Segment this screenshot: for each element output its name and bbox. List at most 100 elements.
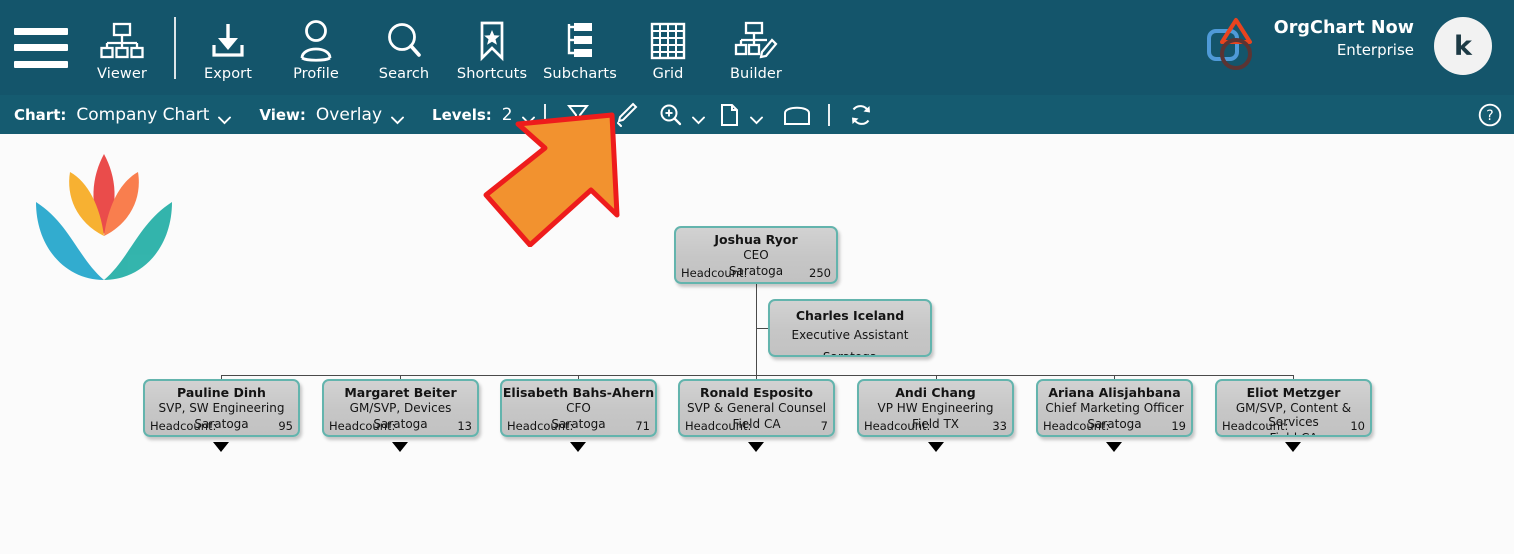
node-headcount-row: Headcount: 10 [1217,419,1370,433]
magnifier-search-icon [385,18,423,64]
nav-item-export[interactable]: Export [184,0,272,95]
help-question-icon[interactable]: ? [1478,103,1502,127]
nav-item-subcharts[interactable]: Subcharts [536,0,624,95]
node-headcount-row: Headcount: 19 [1038,419,1191,433]
headcount-value: 13 [457,419,472,433]
brand-edition: Enterprise [1274,41,1414,59]
chart-selector-value[interactable]: Company Chart [76,105,209,125]
chevron-down-icon[interactable] [218,111,229,118]
node-name: Charles Iceland [770,309,930,323]
node-name: Ronald Esposito [680,386,833,400]
nav-label-grid: Grid [653,66,684,82]
headcount-value: 10 [1350,419,1365,433]
zoom-in-icon[interactable] [653,95,689,134]
toolbar-divider [544,104,546,126]
refresh-sync-icon[interactable] [841,95,881,134]
nav-label-shortcuts: Shortcuts [457,66,527,82]
svg-text:?: ? [1486,108,1493,124]
headcount-label: Headcount: [150,419,216,433]
headcount-label: Headcount: [329,419,395,433]
headcount-value: 95 [278,419,293,433]
nav-label-builder: Builder [730,66,782,82]
brand-text: OrgChart Now Enterprise [1274,12,1414,59]
levels-value[interactable]: 2 [502,105,513,125]
chevron-down-icon[interactable] [391,111,402,118]
chevron-down-icon[interactable] [522,111,533,118]
node-name: Elisabeth Bahs-Ahern [502,386,655,400]
headcount-label: Headcount: [507,419,573,433]
org-node-margaret-beiter[interactable]: Margaret Beiter GM/SVP, Devices Saratoga… [322,379,479,437]
bookmark-star-icon [475,18,509,64]
nav-item-profile[interactable]: Profile [272,0,360,95]
home-shape-icon[interactable] [777,95,817,134]
headcount-value: 71 [635,419,650,433]
org-node-elisabeth-bahs-ahern[interactable]: Elisabeth Bahs-Ahern CFO Saratoga Headco… [500,379,657,437]
org-node-eliot-metzger[interactable]: Eliot Metzger GM/SVP, Content & Services… [1215,379,1372,437]
node-name: Joshua Ryor [676,233,836,247]
toolbar-divider [174,17,176,79]
expand-node-triangle[interactable] [213,442,229,452]
headcount-label: Headcount: [681,266,747,280]
grid-table-icon [648,18,688,64]
toolbar-divider [828,104,830,126]
user-avatar[interactable]: k [1434,17,1492,75]
node-headcount-row: Headcount: 7 [680,419,833,433]
node-title: GM/SVP, Devices [324,402,477,416]
nav-item-shortcuts[interactable]: Shortcuts [448,0,536,95]
nav-item-builder[interactable]: Builder [712,0,800,95]
filter-funnel-icon[interactable] [557,95,599,134]
view-selector-value[interactable]: Overlay [316,105,382,125]
expand-node-triangle[interactable] [392,442,408,452]
expand-node-triangle[interactable] [748,442,764,452]
page-document-icon[interactable] [715,95,745,134]
nav-item-grid[interactable]: Grid [624,0,712,95]
node-headcount-row: Headcount: 13 [324,419,477,433]
brand-name: OrgChart Now [1274,18,1414,38]
org-node-andi-chang[interactable]: Andi Chang VP HW Engineering Field TX He… [857,379,1014,437]
highlighter-pen-icon[interactable] [599,95,653,134]
connector-line [221,375,1294,376]
nav-label-viewer: Viewer [97,66,147,82]
headcount-label: Headcount: [864,419,930,433]
node-name: Eliot Metzger [1217,386,1370,400]
orgchart-app: Viewer Export Profil [0,0,1514,554]
chevron-down-icon[interactable] [750,111,761,118]
chart-toolbar: Chart: Company Chart View: Overlay Level… [0,95,1514,134]
headcount-label: Headcount: [1222,419,1288,433]
org-node-pauline-dinh[interactable]: Pauline Dinh SVP, SW Engineering Saratog… [143,379,300,437]
node-name: Andi Chang [859,386,1012,400]
hamburger-menu-icon[interactable] [14,28,68,68]
headcount-value: 250 [809,266,831,280]
expand-node-triangle[interactable] [1285,442,1301,452]
nav-label-subcharts: Subcharts [543,66,617,82]
subchart-tree-icon [561,18,599,64]
headcount-value: 7 [821,419,828,433]
chart-canvas[interactable]: Joshua Ryor CEO Saratoga Headcount: 250 … [0,134,1514,554]
headcount-value: 33 [992,419,1007,433]
org-node-ronald-esposito[interactable]: Ronald Esposito SVP & General Counsel Fi… [678,379,835,437]
headcount-value: 19 [1171,419,1186,433]
node-headcount-row: Headcount: 33 [859,419,1012,433]
org-node-executive-assistant[interactable]: Charles Iceland Executive Assistant Sara… [768,299,932,357]
view-selector-label: View: [259,106,306,124]
orgchart-now-mark-icon [1204,12,1266,74]
node-headcount-row: Headcount: 71 [502,419,655,433]
org-node-ceo[interactable]: Joshua Ryor CEO Saratoga Headcount: 250 [674,226,838,284]
levels-label: Levels: [432,106,492,124]
connector-line [756,280,757,384]
expand-node-triangle[interactable] [570,442,586,452]
org-chart-viewer-icon [100,18,144,64]
org-node-ariana-alisjahbana[interactable]: Ariana Alisjahbana Chief Marketing Offic… [1036,379,1193,437]
nav-label-export: Export [204,66,252,82]
expand-node-triangle[interactable] [928,442,944,452]
node-headcount-row: Headcount: 250 [676,266,836,280]
nav-label-profile: Profile [293,66,339,82]
expand-node-triangle[interactable] [1106,442,1122,452]
chart-builder-pencil-icon [734,18,778,64]
node-title: SVP & General Counsel [680,402,833,416]
nav-item-search[interactable]: Search [360,0,448,95]
nav-item-viewer[interactable]: Viewer [78,0,166,95]
chevron-down-icon[interactable] [692,111,703,118]
node-title: CFO [502,402,655,416]
node-title: VP HW Engineering [859,402,1012,416]
